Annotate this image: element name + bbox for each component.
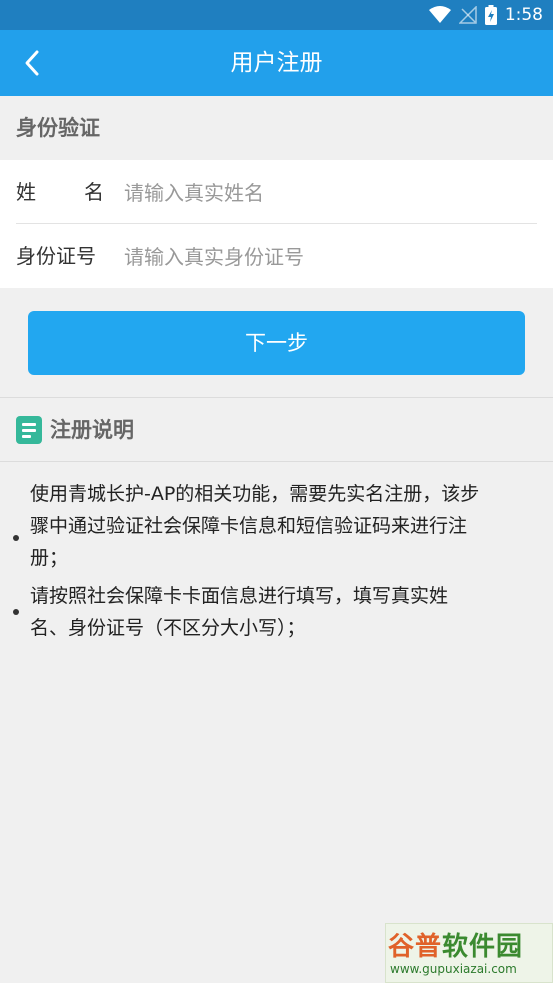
watermark-url: www.gupuxiazai.com (390, 962, 517, 976)
identity-section-title: 身份验证 (16, 116, 100, 140)
watermark-brand: 谷普软件园 (388, 932, 524, 962)
status-bar: 1:58 (0, 0, 553, 30)
battery-icon (484, 5, 497, 25)
bullet-icon (13, 609, 19, 615)
app-bar: 用户注册 (0, 30, 553, 96)
notes-section-title: 注册说明 (50, 418, 134, 442)
wifi-icon (428, 6, 451, 23)
name-label-char-2: 名 (84, 180, 104, 204)
name-label: 姓 名 (16, 160, 104, 224)
note-line: 册； (30, 547, 69, 569)
status-time: 1:58 (504, 5, 543, 25)
id-number-label: 身份证号 (16, 244, 96, 268)
note-line: 骤中通过验证社会保障卡信息和短信验证码来进行注 (30, 515, 468, 537)
identity-form: 姓 名 身份证号 (0, 160, 553, 288)
note-line: 请按照社会保障卡卡面信息进行填写，填写真实姓 (30, 585, 449, 607)
note-line: 使用青城长护-AP的相关功能，需要先实名注册，该步 (30, 483, 480, 505)
bullet-icon (13, 535, 19, 541)
list-item: 请按照社会保障卡卡面信息进行填写，填写真实姓 名、身份证号（不区分大小写）； (13, 580, 530, 644)
document-icon (16, 416, 42, 444)
signal-icon (458, 6, 477, 24)
list-item: 使用青城长护-AP的相关功能，需要先实名注册，该步 骤中通过验证社会保障卡信息和… (13, 478, 530, 574)
notes-section-header: 注册说明 (0, 398, 553, 462)
name-label-char-1: 姓 (16, 180, 36, 204)
next-step-button[interactable]: 下一步 (28, 311, 525, 375)
identity-section-header: 身份验证 (0, 96, 553, 160)
name-input[interactable] (122, 172, 536, 214)
id-number-row: 身份证号 (0, 224, 553, 288)
section-divider (0, 461, 553, 462)
page-title: 用户注册 (230, 50, 323, 76)
watermark-logo: 谷普软件园 www.gupuxiazai.com (385, 923, 553, 983)
id-number-input[interactable] (122, 236, 536, 278)
name-row: 姓 名 (0, 160, 553, 224)
status-icons: 1:58 (428, 0, 543, 30)
note-line: 名、身份证号（不区分大小写）； (30, 617, 306, 639)
